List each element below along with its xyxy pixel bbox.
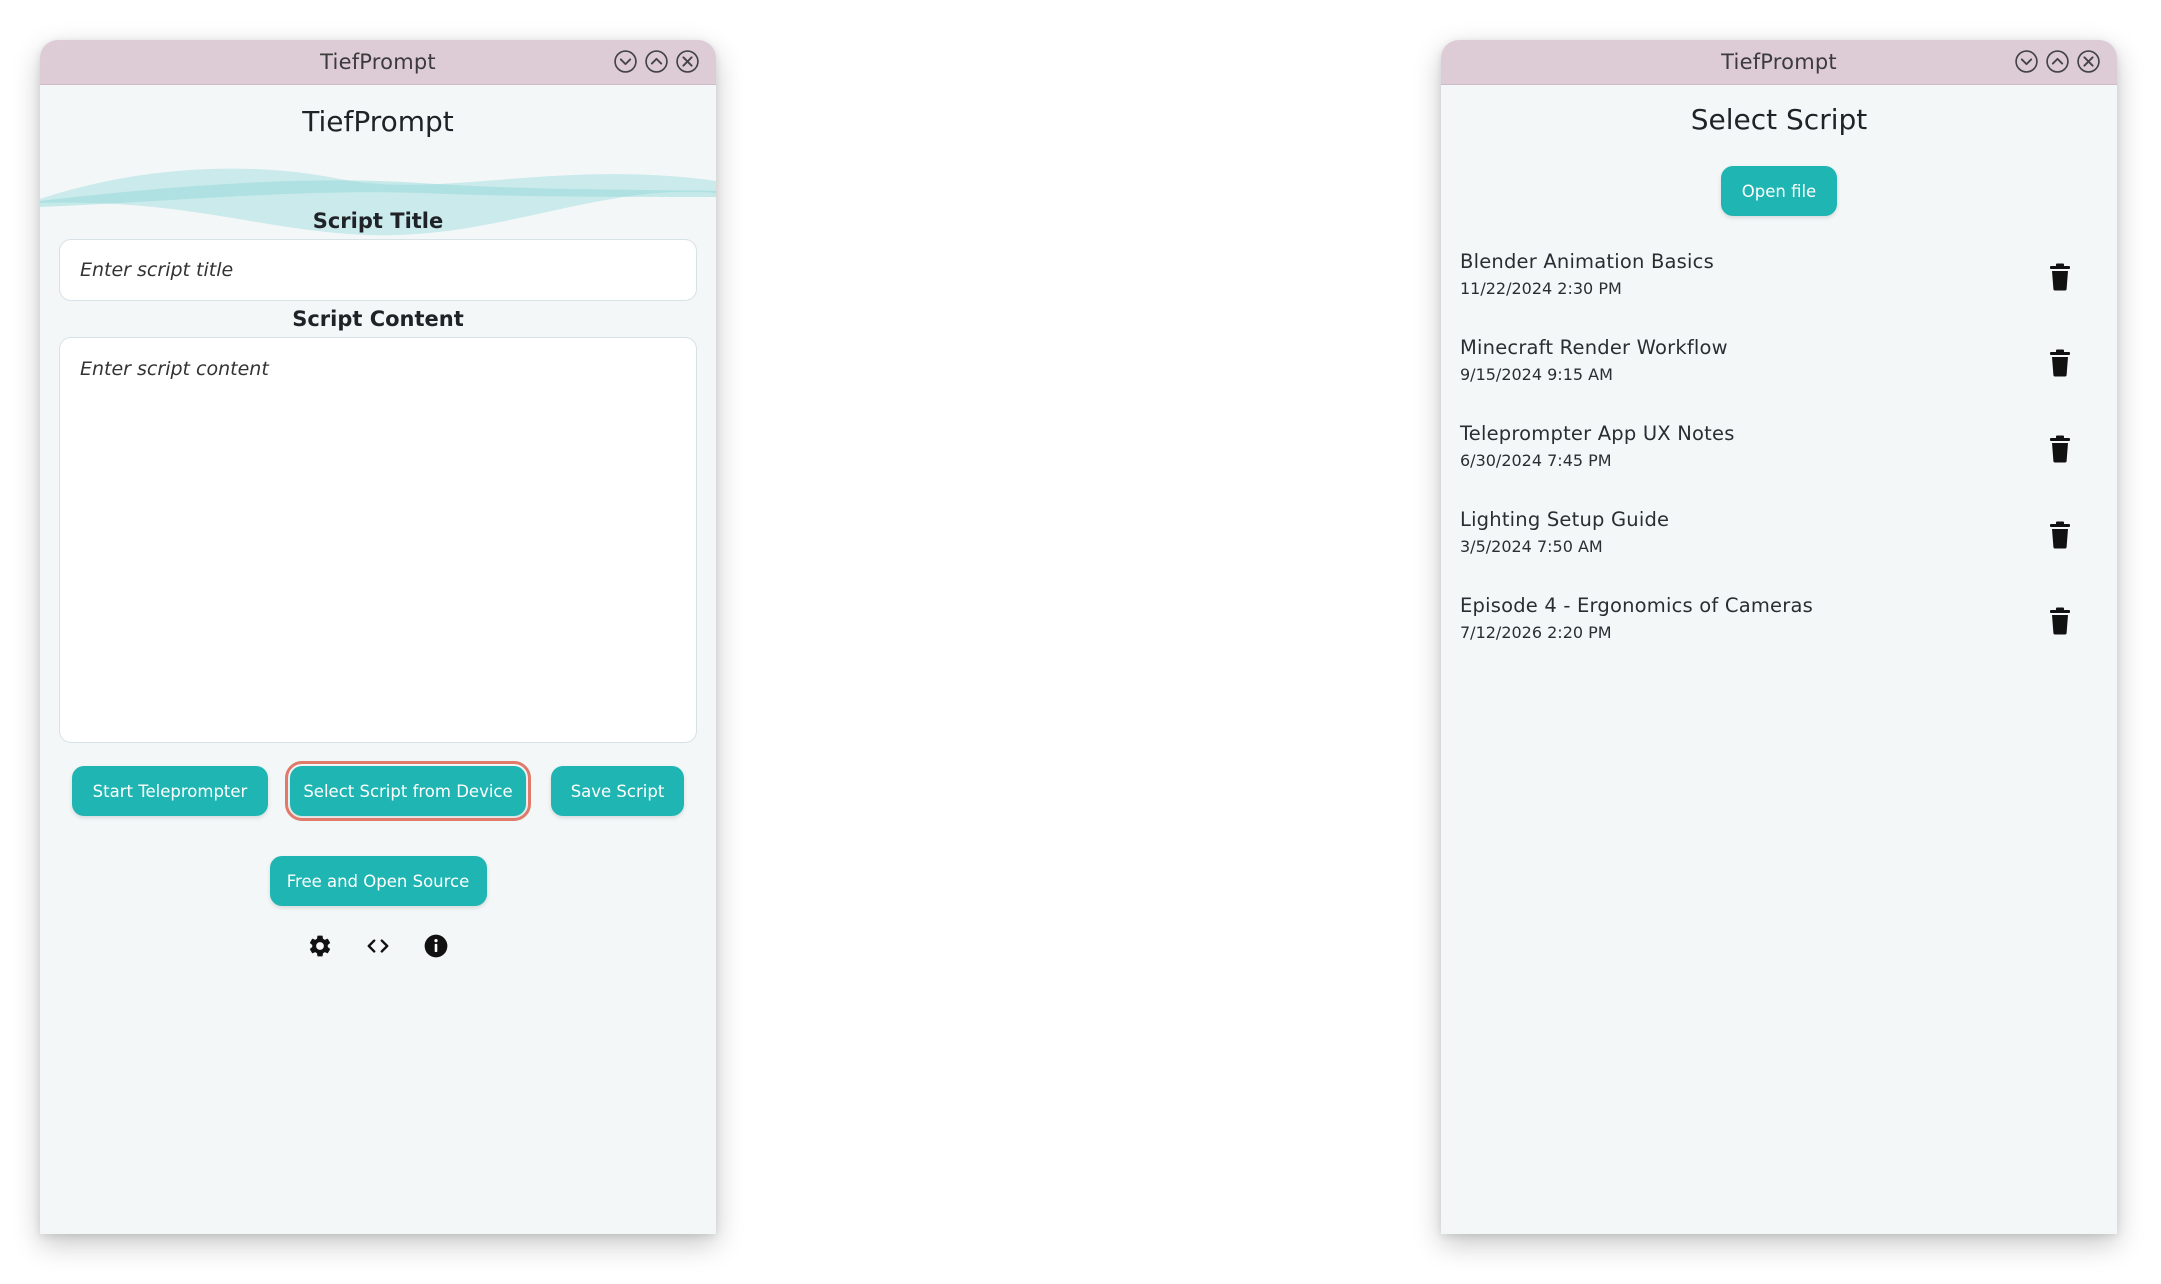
- footer-icons: [40, 933, 716, 959]
- info-icon[interactable]: [423, 933, 449, 959]
- free-and-open-source-button[interactable]: Free and Open Source: [269, 856, 487, 906]
- script-title-input[interactable]: [78, 258, 678, 282]
- maximize-icon[interactable]: [2045, 49, 2070, 74]
- titlebar[interactable]: TiefPrompt: [40, 40, 716, 85]
- open-file-button[interactable]: Open file: [1721, 166, 1837, 216]
- maximize-icon[interactable]: [644, 49, 669, 74]
- start-teleprompter-button[interactable]: Start Teleprompter: [72, 766, 268, 816]
- select-script-window: TiefPrompt Select Script Open file Blend…: [1441, 40, 2117, 1234]
- list-item[interactable]: Teleprompter App UX Notes 6/30/2024 7:45…: [1441, 410, 2117, 496]
- page-title: Select Script: [1690, 103, 1868, 136]
- script-date: 7/12/2026 2:20 PM: [1460, 623, 1612, 642]
- script-name: Teleprompter App UX Notes: [1460, 422, 1735, 445]
- list-item[interactable]: Lighting Setup Guide 3/5/2024 7:50 AM: [1441, 496, 2117, 582]
- script-name: Blender Animation Basics: [1460, 250, 1714, 273]
- trash-icon[interactable]: [2048, 263, 2072, 291]
- script-name: Lighting Setup Guide: [1460, 508, 1670, 531]
- action-buttons: Start Teleprompter Select Script from De…: [40, 761, 716, 821]
- script-title-label: Script Title: [312, 209, 444, 233]
- foss-row: Free and Open Source: [40, 856, 716, 906]
- trash-icon[interactable]: [2048, 607, 2072, 635]
- editor-window: TiefPrompt TiefPrompt Script Title Sc: [40, 40, 716, 1234]
- list-item[interactable]: Blender Animation Basics 11/22/2024 2:30…: [1441, 238, 2117, 324]
- code-icon[interactable]: [365, 933, 391, 959]
- script-date: 3/5/2024 7:50 AM: [1460, 537, 1603, 556]
- trash-icon[interactable]: [2048, 435, 2072, 463]
- window-title: TiefPrompt: [1721, 50, 1837, 74]
- minimize-icon[interactable]: [613, 49, 638, 74]
- script-date: 9/15/2024 9:15 AM: [1460, 365, 1613, 384]
- script-content-textarea[interactable]: [78, 356, 682, 728]
- select-script-from-device-button[interactable]: Select Script from Device: [285, 761, 531, 821]
- minimize-icon[interactable]: [2014, 49, 2039, 74]
- window-controls: [613, 49, 700, 74]
- desktop: TiefPrompt TiefPrompt Script Title Sc: [0, 0, 2161, 1284]
- window-title: TiefPrompt: [320, 50, 436, 74]
- list-item[interactable]: Minecraft Render Workflow 9/15/2024 9:15…: [1441, 324, 2117, 410]
- close-icon[interactable]: [675, 49, 700, 74]
- script-content-label: Script Content: [292, 307, 464, 331]
- close-icon[interactable]: [2076, 49, 2101, 74]
- titlebar[interactable]: TiefPrompt: [1441, 40, 2117, 85]
- script-content-field: [59, 337, 697, 743]
- script-title-field: [59, 239, 697, 301]
- list-item[interactable]: Episode 4 - Ergonomics of Cameras 7/12/2…: [1441, 582, 2117, 668]
- open-file-row: Open file: [1441, 166, 2117, 216]
- save-script-button[interactable]: Save Script: [551, 766, 684, 816]
- script-date: 11/22/2024 2:30 PM: [1460, 279, 1622, 298]
- script-name: Minecraft Render Workflow: [1460, 336, 1728, 359]
- gear-icon[interactable]: [307, 933, 333, 959]
- window-controls: [2014, 49, 2101, 74]
- script-list: Blender Animation Basics 11/22/2024 2:30…: [1441, 238, 2117, 668]
- script-date: 6/30/2024 7:45 PM: [1460, 451, 1612, 470]
- trash-icon[interactable]: [2048, 521, 2072, 549]
- script-name: Episode 4 - Ergonomics of Cameras: [1460, 594, 1813, 617]
- trash-icon[interactable]: [2048, 349, 2072, 377]
